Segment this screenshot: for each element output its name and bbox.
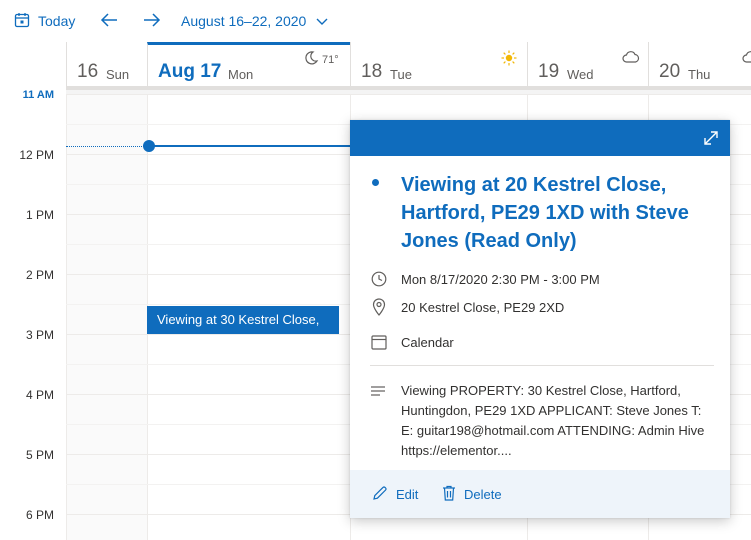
next-week-button[interactable] [141, 10, 163, 32]
event-calendar-row: Calendar [370, 333, 454, 351]
cloud-icon [742, 50, 751, 64]
day-header-row: 16 Sun Aug 17 Mon 71° 18 Tue 19 Wed 20 T… [66, 42, 751, 90]
day-number: 16 [77, 61, 99, 82]
moon-icon [303, 50, 319, 69]
day-number: 18 [361, 61, 383, 82]
card-actions: Edit Delete [350, 470, 730, 518]
event-status-dot [372, 179, 379, 186]
time-gutter: 11 AM 12 PM 1 PM 2 PM 3 PM 4 PM 5 PM 6 P… [0, 42, 66, 540]
date-range-dropdown[interactable]: August 16–22, 2020 [181, 11, 328, 31]
trash-icon [442, 485, 464, 504]
weather-mon: 71° [303, 50, 339, 69]
event-description: Viewing PROPERTY: 30 Kestrel Close, Hart… [401, 383, 705, 458]
chevron-down-icon [306, 13, 328, 29]
day-name: Mon [228, 67, 254, 82]
location-pin-icon [370, 298, 388, 316]
hour-label: 2 PM [25, 268, 54, 282]
day-column-sun[interactable] [66, 94, 147, 540]
calendar-today-icon [14, 12, 38, 31]
current-time-line [150, 145, 350, 147]
edit-button[interactable]: Edit [372, 485, 418, 504]
hour-label: 1 PM [25, 208, 54, 222]
event-time-row: Mon 8/17/2020 2:30 PM - 3:00 PM [370, 270, 600, 288]
delete-label: Delete [464, 487, 502, 502]
hour-label: 12 PM [19, 148, 54, 162]
current-time-dot [143, 140, 155, 152]
sun-icon [501, 50, 517, 66]
hour-label: 11 AM [22, 89, 54, 101]
day-name: Tue [390, 67, 412, 82]
day-name: Sun [106, 67, 130, 82]
callout-pointer [339, 312, 350, 328]
hour-label: 6 PM [25, 508, 54, 522]
edit-label: Edit [396, 487, 419, 502]
event-details-card: Viewing at 20 Kestrel Close, Hartford, P… [350, 120, 730, 518]
card-header [350, 120, 730, 156]
hour-label: 5 PM [25, 448, 54, 462]
today-button[interactable]: Today [14, 11, 75, 31]
card-divider [370, 365, 714, 366]
current-time-dotted-line [66, 146, 148, 147]
day-header-sun[interactable]: 16 Sun [66, 42, 147, 86]
clock-icon [370, 270, 388, 288]
day-header-mon[interactable]: Aug 17 Mon 71° [147, 42, 350, 86]
day-name: Thu [688, 67, 711, 82]
previous-week-button[interactable] [98, 10, 120, 32]
day-header-tue[interactable]: 18 Tue [350, 42, 527, 86]
event-title: Viewing at 20 Kestrel Close, Hartford, P… [401, 174, 689, 252]
today-label: Today [38, 13, 76, 29]
event-location-row: 20 Kestrel Close, PE29 2XD [370, 298, 564, 316]
weather-temp: 71° [322, 53, 339, 66]
calendar-toolbar: Today August 16–22, 2020 [0, 0, 751, 42]
event-calendar-name: Calendar [401, 334, 454, 350]
event-block[interactable]: Viewing at 30 Kestrel Close, [147, 306, 339, 334]
event-time: Mon 8/17/2020 2:30 PM - 3:00 PM [401, 271, 600, 287]
expand-icon [702, 131, 720, 151]
day-number: 19 [538, 61, 560, 82]
text-lines-icon [370, 384, 386, 402]
delete-button[interactable]: Delete [442, 485, 502, 504]
calendar-icon [370, 333, 388, 351]
day-name: Wed [567, 67, 594, 82]
expand-button[interactable] [702, 129, 720, 147]
arrow-left-icon [100, 12, 118, 30]
hour-label: 4 PM [25, 388, 54, 402]
arrow-right-icon [143, 12, 161, 30]
pencil-icon [372, 485, 396, 504]
day-number: 20 [659, 61, 681, 82]
event-location: 20 Kestrel Close, PE29 2XD [401, 299, 565, 315]
hour-label: 3 PM [25, 328, 54, 342]
cloud-icon [622, 50, 640, 64]
day-header-thu[interactable]: 20 Thu [648, 42, 751, 86]
day-number: Aug 17 [158, 61, 222, 82]
day-header-wed[interactable]: 19 Wed [527, 42, 648, 86]
hour-line [66, 94, 751, 95]
date-range-label: August 16–22, 2020 [181, 13, 307, 29]
